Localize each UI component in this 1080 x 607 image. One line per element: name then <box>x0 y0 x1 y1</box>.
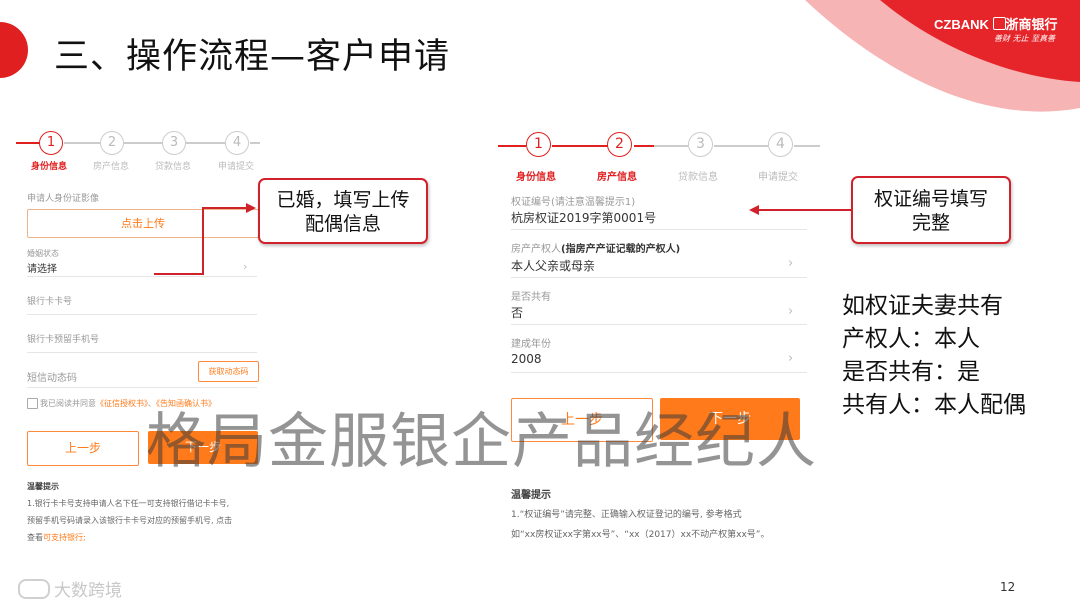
step-3-label: 贷款信息 <box>678 172 718 183</box>
step-line <box>634 145 654 147</box>
tips-prefix: 查看 <box>27 533 43 542</box>
credit-auth-link[interactable]: 《征信授权书》 <box>96 399 148 408</box>
get-sms-code-button[interactable]: 获取动态码 <box>198 361 259 382</box>
tips-line: 预留手机号码请录入该银行卡卡号对应的预留手机号, 点击 <box>27 516 233 525</box>
marital-status-label: 婚姻状态 <box>27 249 59 258</box>
step-line <box>552 145 608 147</box>
chevron-right-icon: › <box>788 351 794 366</box>
sms-code-field[interactable]: 短信动态码 <box>27 369 77 384</box>
owner-hint: (指房产产证记载的产权人) <box>561 244 681 255</box>
divider <box>511 324 807 325</box>
tips-line: 如“xx房权证xx字第xx号”、“xx（2017）xx不动产权第xx号”。 <box>511 530 770 540</box>
step-3-circle: 3 <box>688 132 713 157</box>
agree-prefix: 我已阅读并同意 <box>40 399 96 408</box>
brand-logo: CZBANK 浙商银行 <box>934 14 1058 33</box>
callout-line: 完整 <box>911 212 950 234</box>
bank-icon <box>992 17 1006 30</box>
step-line <box>794 145 820 147</box>
brand-slogan: 善财 无止 至真善 <box>994 34 1056 43</box>
prev-button[interactable]: 上一步 <box>27 431 139 466</box>
step-line <box>124 142 162 144</box>
step-3-circle: 3 <box>162 131 186 155</box>
marital-status-select[interactable]: 请选择 <box>27 260 57 275</box>
tips-line: 1.银行卡卡号支持申请人名下任一可支持银行借记卡卡号, <box>27 499 230 508</box>
footer-logo-icon <box>18 579 50 599</box>
left-red-dot <box>0 22 28 78</box>
step-line <box>498 145 526 147</box>
step-4-circle: 4 <box>225 131 249 155</box>
owner-select[interactable]: 本人父亲或母亲 <box>511 257 595 274</box>
divider <box>511 229 807 230</box>
step-line <box>16 142 40 144</box>
watermark-text: 格局金服银企产品经纪人 <box>146 407 817 477</box>
cert-number-input[interactable]: 杭房权证2019字第0001号 <box>511 209 656 226</box>
footer-logo: 大数跨境 <box>18 576 122 601</box>
tips-line: 1.“权证编号”请完整、正确输入权证登记的编号, 参考格式 <box>511 510 742 520</box>
connector-arrow <box>749 205 851 215</box>
step-1-circle: 1 <box>39 131 63 155</box>
brand-name: CZBANK <box>934 17 989 32</box>
page-number: 12 <box>1000 580 1016 594</box>
annotation-line: 产权人：本人 <box>842 326 980 352</box>
step-1-label: 身份信息 <box>31 162 68 172</box>
step-2-circle: 2 <box>607 132 632 157</box>
footer-logo-text: 大数跨境 <box>54 581 122 601</box>
divider <box>511 277 807 278</box>
shared-select[interactable]: 否 <box>511 304 523 321</box>
divider <box>27 314 257 315</box>
step-4-label: 申请提交 <box>218 162 255 172</box>
step-1-label: 身份信息 <box>516 172 556 183</box>
divider <box>27 352 257 353</box>
slide-title: 三、操作流程—客户申请 <box>54 37 451 77</box>
build-year-label: 建成年份 <box>511 339 551 350</box>
step-line <box>654 145 688 147</box>
step-4-circle: 4 <box>768 132 793 157</box>
chevron-right-icon: › <box>788 256 794 271</box>
supported-banks-link[interactable]: 可支持银行; <box>43 533 86 542</box>
owner-label: 房产产权人(指房产产证记载的产权人) <box>511 240 680 255</box>
step-line <box>186 142 226 144</box>
callout-line: 权证编号填写 <box>873 188 988 210</box>
annotation-line: 是否共有：是 <box>842 359 980 385</box>
annotation-line: 共有人：本人配偶 <box>842 392 1026 418</box>
cert-callout: 权证编号填写 完整 <box>851 176 1011 244</box>
callout-line: 已婚，填写上传 <box>276 189 410 211</box>
step-3-label: 贷款信息 <box>155 162 192 172</box>
tips-title: 温馨提示 <box>27 482 59 491</box>
step-line <box>64 142 100 144</box>
step-2-label: 房产信息 <box>597 172 637 183</box>
shared-label: 是否共有 <box>511 292 551 303</box>
tips-title: 温馨提示 <box>511 490 551 501</box>
chevron-right-icon: › <box>788 304 794 319</box>
step-1-circle: 1 <box>526 132 551 157</box>
build-year-select[interactable]: 2008 <box>511 352 542 366</box>
divider <box>511 372 807 373</box>
cert-number-label: 权证编号(请注意温馨提示1) <box>511 197 636 208</box>
married-callout: 已婚，填写上传 配偶信息 <box>258 178 428 244</box>
step-line <box>250 142 260 144</box>
step-2-circle: 2 <box>100 131 124 155</box>
owner-label-text: 房产产权人 <box>511 244 561 255</box>
id-image-label: 申请人身份证影像 <box>27 194 100 204</box>
callout-line: 配偶信息 <box>304 213 381 235</box>
step-line <box>714 145 768 147</box>
agree-checkbox[interactable] <box>27 398 38 409</box>
card-phone-field[interactable]: 银行卡预留手机号 <box>27 332 99 345</box>
brand-cn: 浙商银行 <box>1005 17 1058 32</box>
tips-line: 查看可支持银行; <box>27 532 86 543</box>
step-2-label: 房产信息 <box>93 162 130 172</box>
annotation-line: 如权证夫妻共有 <box>842 293 1003 319</box>
connector-arrow <box>154 203 256 275</box>
step-4-label: 申请提交 <box>758 172 798 183</box>
divider <box>27 387 257 388</box>
bank-card-field[interactable]: 银行卡卡号 <box>27 294 72 307</box>
